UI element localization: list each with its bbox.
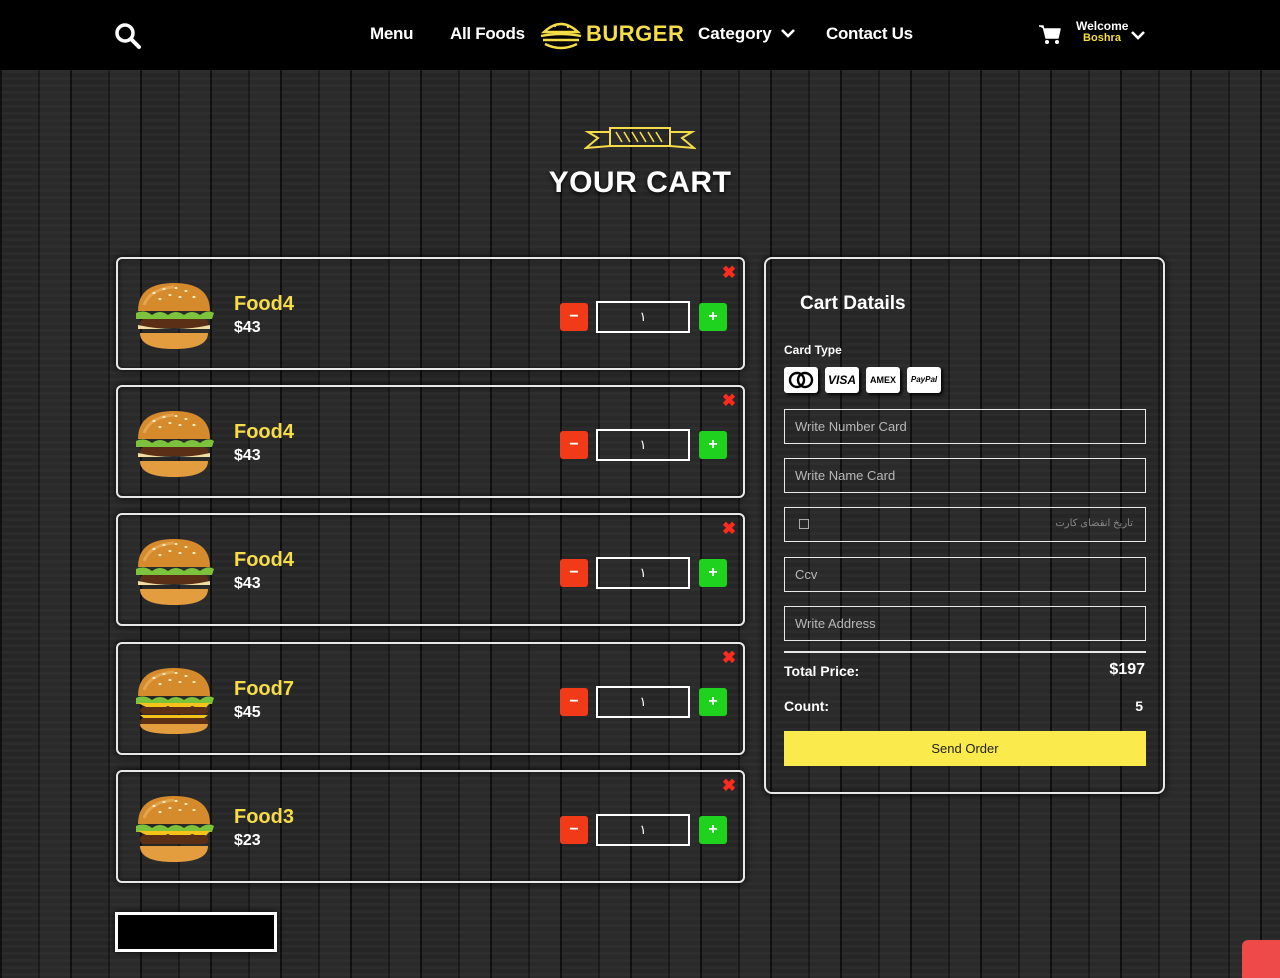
chevron-down-icon[interactable] xyxy=(1130,27,1146,43)
remove-item-close-icon[interactable]: ✖ xyxy=(721,777,737,794)
increase-quantity-button[interactable]: + xyxy=(699,431,727,459)
item-name: Food4 xyxy=(234,293,294,315)
paypal-icon[interactable]: PayPal xyxy=(907,367,941,393)
burger-logo[interactable]: BURGER xyxy=(538,16,685,54)
remove-item-close-icon[interactable]: ✖ xyxy=(721,649,737,666)
quantity-input[interactable] xyxy=(596,814,690,846)
ccv-input[interactable] xyxy=(784,557,1146,592)
welcome-label: Welcome xyxy=(1076,19,1129,33)
quantity-input[interactable] xyxy=(596,557,690,589)
cart-icon[interactable] xyxy=(1038,24,1062,46)
item-price: $43 xyxy=(234,575,261,592)
increase-quantity-button[interactable]: + xyxy=(699,688,727,716)
remove-item-close-icon[interactable]: ✖ xyxy=(721,392,737,409)
cart-item: Food4 $43 ✖ − + xyxy=(116,257,745,370)
chevron-down-icon xyxy=(781,29,796,38)
mastercard-icon[interactable] xyxy=(784,367,818,393)
card-expiry-date-input[interactable]: تاریخ انقضای کارت xyxy=(784,507,1146,542)
quantity-input[interactable] xyxy=(596,686,690,718)
item-price: $43 xyxy=(234,447,261,464)
total-price-value: $197 xyxy=(1109,661,1145,678)
nav-menu-link[interactable]: Menu xyxy=(370,24,413,44)
burger-image xyxy=(130,531,218,611)
decrease-quantity-button[interactable]: − xyxy=(560,688,588,716)
item-name: Food4 xyxy=(234,421,294,443)
item-name: Food4 xyxy=(234,549,294,571)
decrease-quantity-button[interactable]: − xyxy=(560,816,588,844)
cart-item: Food7 $45 ✖ − + xyxy=(116,642,745,755)
cart-item: Food3 $23 ✖ − + xyxy=(116,770,745,883)
divider xyxy=(784,651,1146,653)
decrease-quantity-button[interactable]: − xyxy=(560,303,588,331)
burger-image xyxy=(130,403,218,483)
send-order-button[interactable]: Send Order xyxy=(784,731,1146,766)
quantity-input[interactable] xyxy=(596,301,690,333)
nav-contact-us-link[interactable]: Contact Us xyxy=(826,24,913,44)
item-price: $45 xyxy=(234,704,261,721)
burger-image xyxy=(130,660,218,740)
count-value: 5 xyxy=(1135,698,1143,714)
item-price: $43 xyxy=(234,319,261,336)
cart-details-title: Cart Datails xyxy=(800,293,906,314)
remove-item-close-icon[interactable]: ✖ xyxy=(721,520,737,537)
back-shopping-label: Back Shopping xyxy=(155,925,265,942)
cart-item: Food4 $43 ✖ − + xyxy=(116,513,745,626)
burger-image xyxy=(130,275,218,355)
search-icon[interactable] xyxy=(114,22,142,50)
arrow-left-icon: ⟵ xyxy=(134,927,157,944)
burger-image xyxy=(130,788,218,868)
burger-logo-icon xyxy=(540,22,582,50)
quantity-input[interactable] xyxy=(596,429,690,461)
card-name-input[interactable] xyxy=(784,458,1146,493)
page-title: YOUR CART xyxy=(548,166,732,199)
decrease-quantity-button[interactable]: − xyxy=(560,431,588,459)
amex-icon[interactable]: AMEX xyxy=(866,367,900,393)
nav-all-foods-link[interactable]: All Foods xyxy=(450,24,525,44)
nav-category-dropdown[interactable]: Category xyxy=(698,24,796,44)
logo-text: BURGER xyxy=(586,21,685,46)
ribbon-decoration-icon xyxy=(584,127,696,150)
cart-item: Food4 $43 ✖ − + xyxy=(116,385,745,498)
increase-quantity-button[interactable]: + xyxy=(699,816,727,844)
card-expiry-placeholder: تاریخ انقضای کارت xyxy=(1055,518,1133,529)
card-number-input[interactable] xyxy=(784,409,1146,444)
card-type-label: Card Type xyxy=(784,343,842,357)
user-welcome[interactable]: Welcome Boshra xyxy=(1076,20,1128,44)
nav-category-label: Category xyxy=(698,24,772,43)
total-price-label: Total Price: xyxy=(784,663,860,679)
item-name: Food3 xyxy=(234,806,294,828)
item-price: $23 xyxy=(234,832,261,849)
address-input[interactable] xyxy=(784,606,1146,641)
calendar-icon xyxy=(799,519,809,529)
back-shopping-button[interactable]: ⟵ Back Shopping xyxy=(115,912,277,952)
top-navbar: Menu All Foods BURGER Category Contact U… xyxy=(0,0,1280,70)
username-label: Boshra xyxy=(1083,32,1121,44)
cart-details-panel: Cart Datails Card Type VISA AMEX PayPal … xyxy=(764,257,1165,794)
count-label: Count: xyxy=(784,698,830,714)
decrease-quantity-button[interactable]: − xyxy=(560,559,588,587)
visa-icon[interactable]: VISA xyxy=(825,367,859,393)
item-name: Food7 xyxy=(234,678,294,700)
increase-quantity-button[interactable]: + xyxy=(699,559,727,587)
increase-quantity-button[interactable]: + xyxy=(699,303,727,331)
remove-item-close-icon[interactable]: ✖ xyxy=(721,264,737,281)
app-badge-icon[interactable] xyxy=(1242,940,1280,978)
